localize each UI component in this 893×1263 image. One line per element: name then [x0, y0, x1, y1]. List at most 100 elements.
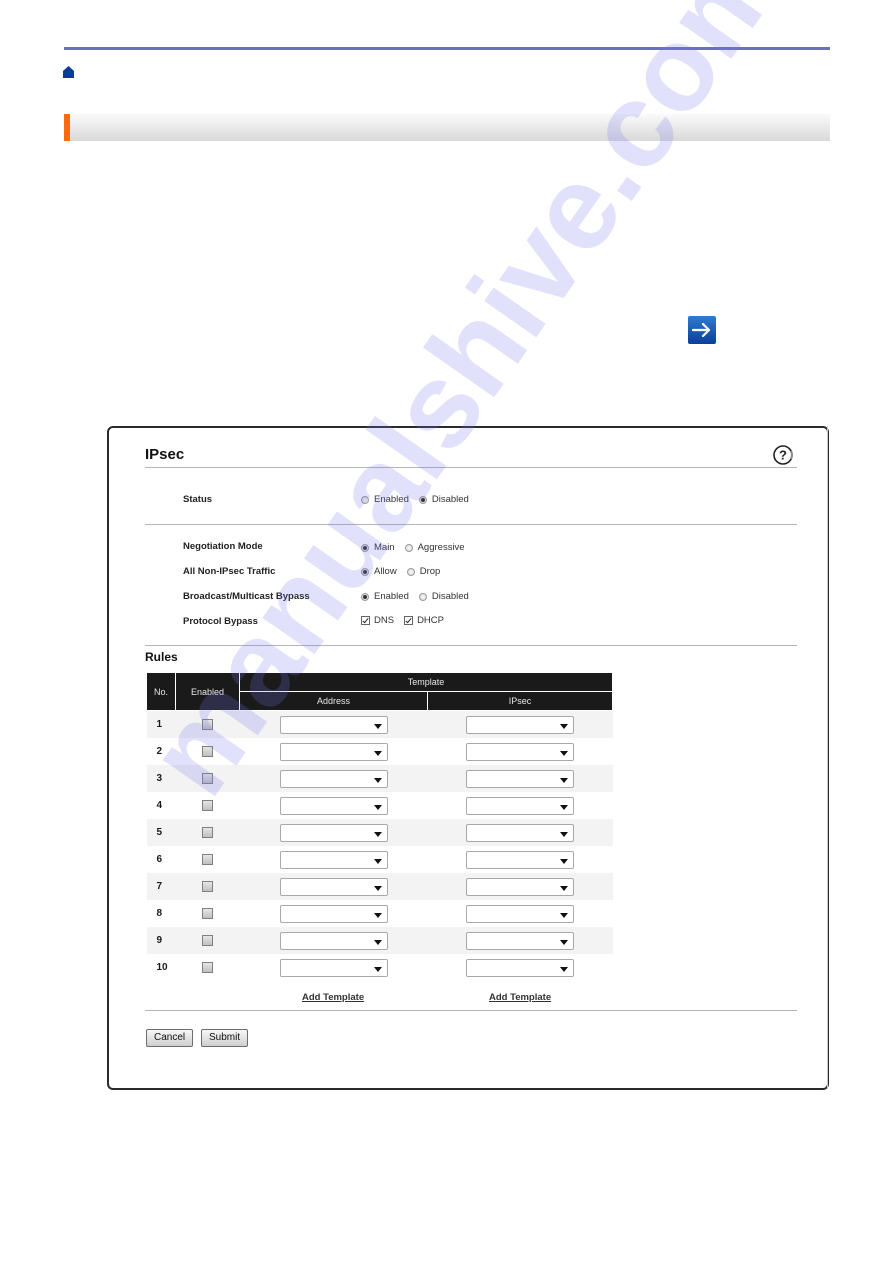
section-accent	[64, 114, 70, 141]
traffic-drop-radio[interactable]: Drop	[406, 566, 440, 577]
svg-text:?: ?	[779, 448, 787, 463]
rule-enabled-checkbox[interactable]	[202, 908, 213, 920]
help-icon[interactable]: ?	[773, 444, 795, 466]
negotiation-aggressive-radio[interactable]: Aggressive	[404, 542, 465, 553]
rules-heading: Rules	[145, 650, 178, 664]
radio-selected-icon[interactable]	[418, 495, 427, 504]
checkbox-checked-icon[interactable]	[361, 616, 370, 625]
title-divider	[145, 467, 797, 468]
broadcast-bypass-radio-group: Enabled Disabled	[361, 591, 479, 602]
rule-number: 5	[146, 819, 176, 846]
status-enabled-radio[interactable]: Enabled	[361, 494, 409, 505]
dns-checkbox[interactable]: DNS	[361, 615, 394, 626]
address-template-select[interactable]	[279, 742, 388, 761]
rule-enabled-checkbox[interactable]	[202, 773, 213, 785]
radio-icon[interactable]	[418, 592, 427, 601]
address-template-select[interactable]	[279, 796, 388, 815]
ipsec-template-select[interactable]	[466, 931, 574, 950]
submit-button[interactable]: Submit	[201, 1029, 249, 1047]
ipsec-template-select[interactable]	[466, 796, 574, 815]
ipsec-template-select[interactable]	[466, 850, 574, 869]
ipsec-template-select[interactable]	[466, 823, 574, 842]
rule-row: 1	[146, 710, 613, 738]
rule-address-cell	[240, 792, 428, 819]
checkbox-checked-icon[interactable]	[404, 616, 414, 625]
ipsec-template-select[interactable]	[466, 904, 574, 923]
address-template-select[interactable]	[279, 850, 388, 869]
ipsec-template-select[interactable]	[466, 877, 574, 896]
add-address-template-link[interactable]: Add Template	[302, 992, 364, 1003]
non-ipsec-traffic-radio-group: Allow Drop	[361, 566, 450, 577]
rule-enabled-checkbox[interactable]	[202, 746, 213, 758]
rule-ipsec-cell	[427, 710, 613, 738]
ipsec-template-select[interactable]	[466, 958, 574, 977]
status-disabled-radio[interactable]: Disabled	[418, 494, 469, 505]
broadcast-bypass-label: Broadcast/Multicast Bypass	[183, 591, 310, 602]
negotiation-mode-label: Negotiation Mode	[183, 541, 263, 552]
address-template-select[interactable]	[279, 904, 388, 923]
rule-enabled-cell	[176, 954, 240, 981]
rule-number: 7	[146, 873, 176, 900]
protocol-bypass-checkbox-group: DNS DHCP	[361, 615, 454, 626]
rule-row: 8	[147, 900, 613, 927]
address-template-select[interactable]	[279, 715, 388, 734]
rule-address-cell	[239, 873, 428, 900]
rule-enabled-checkbox[interactable]	[202, 800, 213, 812]
radio-selected-icon[interactable]	[361, 543, 369, 552]
rule-ipsec-cell	[428, 954, 613, 981]
rule-address-cell	[240, 954, 428, 981]
address-template-select[interactable]	[279, 823, 388, 842]
header-no: No.	[146, 672, 176, 711]
header-enabled: Enabled	[175, 672, 240, 711]
broadcast-enabled-radio[interactable]: Enabled	[361, 591, 409, 602]
home-icon[interactable]	[63, 66, 74, 78]
rule-enabled-cell	[176, 792, 240, 819]
header-address: Address	[239, 691, 428, 711]
address-template-select[interactable]	[279, 769, 388, 788]
radio-icon[interactable]	[361, 495, 369, 504]
add-ipsec-template-link[interactable]: Add Template	[489, 992, 551, 1003]
rule-row: 7	[146, 873, 613, 900]
rule-enabled-checkbox[interactable]	[202, 935, 213, 947]
rule-enabled-cell	[175, 927, 240, 954]
rule-ipsec-cell	[427, 927, 613, 954]
rule-enabled-checkbox[interactable]	[202, 962, 213, 974]
rule-enabled-checkbox[interactable]	[202, 719, 213, 731]
rule-enabled-cell	[176, 900, 240, 927]
broadcast-disabled-radio[interactable]: Disabled	[418, 591, 469, 602]
rule-enabled-cell	[175, 765, 240, 792]
radio-icon[interactable]	[406, 567, 415, 576]
rule-enabled-cell	[175, 819, 240, 846]
ipsec-template-select[interactable]	[466, 742, 574, 761]
traffic-allow-radio[interactable]: Allow	[361, 566, 397, 577]
address-template-select[interactable]	[279, 877, 388, 896]
ipsec-template-select[interactable]	[466, 715, 574, 734]
radio-selected-icon[interactable]	[361, 592, 369, 601]
address-template-select[interactable]	[279, 958, 388, 977]
arrow-right-icon[interactable]	[688, 316, 716, 344]
cancel-button[interactable]: Cancel	[146, 1029, 194, 1047]
radio-selected-icon[interactable]	[361, 567, 369, 576]
rule-number: 8	[156, 908, 163, 919]
status-label: Status	[183, 494, 213, 505]
dhcp-checkbox[interactable]: DHCP	[404, 615, 444, 626]
rule-row: 4	[147, 792, 613, 819]
rule-enabled-checkbox[interactable]	[202, 881, 213, 893]
rule-address-cell	[239, 765, 428, 792]
rules-table: No. Enabled Template Address IPsec 1 2 3 4 5…	[146, 672, 613, 981]
rule-number: 10	[156, 962, 168, 973]
section-heading-bar	[64, 114, 830, 141]
ipsec-template-select[interactable]	[466, 769, 574, 788]
negotiation-main-radio[interactable]: Main	[361, 542, 395, 553]
rule-number: 3	[146, 765, 176, 792]
protocol-bypass-label: Protocol Bypass	[183, 616, 258, 627]
rule-ipsec-cell	[427, 819, 613, 846]
rule-address-cell	[239, 710, 428, 738]
radio-icon[interactable]	[404, 543, 413, 552]
rule-enabled-cell	[176, 846, 240, 873]
rule-number: 6	[156, 854, 163, 865]
address-template-select[interactable]	[279, 931, 388, 950]
rule-enabled-checkbox[interactable]	[202, 827, 213, 839]
rule-enabled-checkbox[interactable]	[202, 854, 213, 866]
rule-address-cell	[240, 738, 428, 765]
